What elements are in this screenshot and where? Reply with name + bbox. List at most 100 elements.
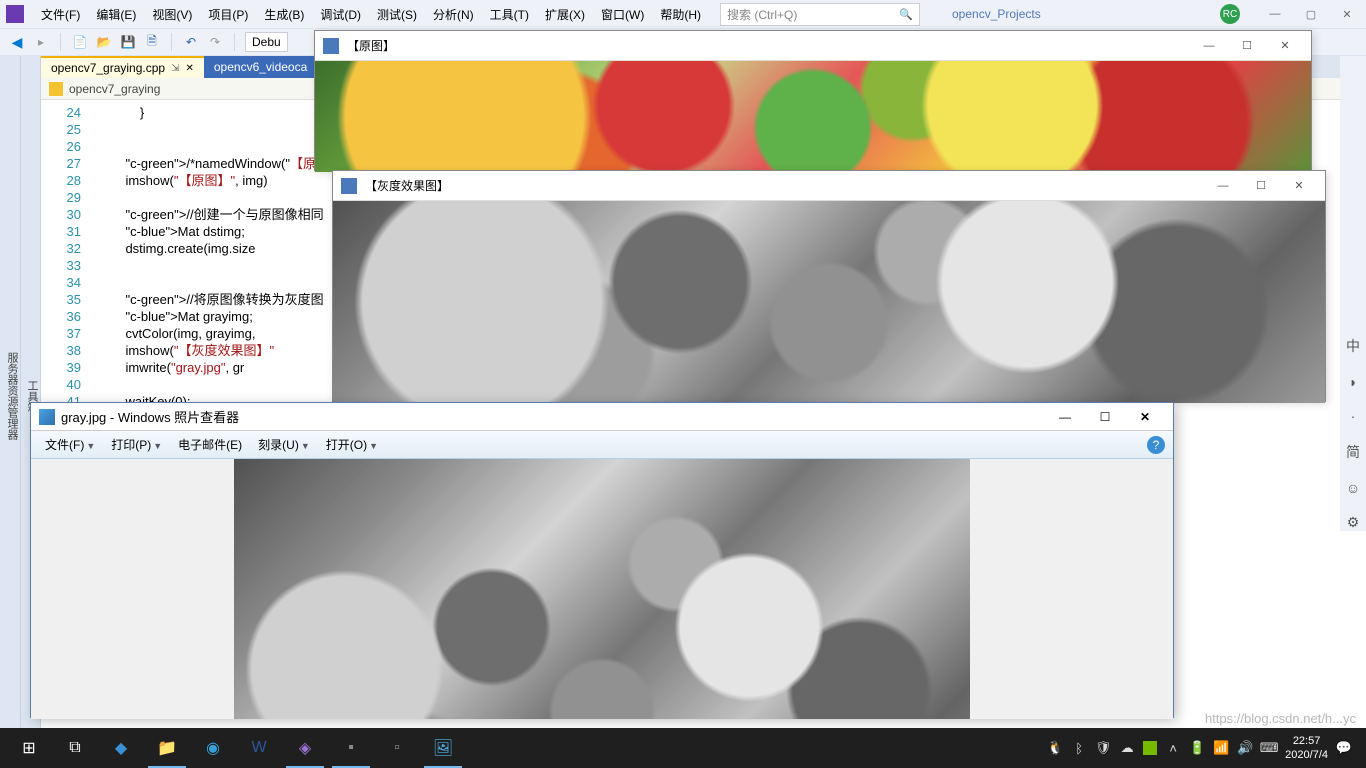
battery-icon[interactable]: 🔋	[1189, 740, 1205, 756]
server-explorer-tab[interactable]: 服务器资源管理器	[0, 56, 20, 728]
save-all-button[interactable]: 🗎	[143, 33, 161, 51]
line-gutter: 242526272829303132333435363738394041	[41, 104, 91, 410]
menu-view[interactable]: 视图(V)	[145, 3, 199, 26]
menu-debug[interactable]: 调试(D)	[313, 3, 368, 26]
tab-active[interactable]: opencv7_graying.cpp ⇲ ✕	[41, 56, 204, 78]
tab-inactive[interactable]: opencv6_videoca	[204, 56, 317, 78]
security-icon[interactable]: 🛡	[1095, 740, 1111, 756]
pv-menu-file[interactable]: 文件(F)▼	[39, 433, 101, 456]
task-view-button[interactable]: ⧉	[52, 728, 98, 768]
fruit-image-gray	[333, 201, 1325, 403]
opencv-window-original[interactable]: 【原图】 — ☐ ✕	[314, 30, 1312, 171]
close-button[interactable]: ✕	[1125, 405, 1165, 429]
photo-viewer-window[interactable]: gray.jpg - Windows 照片查看器 — ☐ ✕ 文件(F)▼ 打印…	[30, 402, 1174, 718]
pv-title-text: gray.jpg - Windows 照片查看器	[61, 407, 239, 426]
menu-edit[interactable]: 编辑(E)	[89, 3, 143, 26]
maximize-button[interactable]: ☐	[1243, 175, 1279, 197]
maximize-button[interactable]: ☐	[1229, 35, 1265, 57]
ime-sidebar: 中 ◗ · 简 ☺ ⚙	[1340, 56, 1366, 531]
menu-help[interactable]: 帮助(H)	[653, 3, 708, 26]
menu-tools[interactable]: 工具(T)	[483, 3, 536, 26]
wifi-icon[interactable]: 📶	[1213, 740, 1229, 756]
pv-titlebar[interactable]: gray.jpg - Windows 照片查看器 — ☐ ✕	[31, 403, 1173, 431]
date-text: 2020/7/4	[1285, 748, 1328, 762]
pv-menu-burn[interactable]: 刻录(U)▼	[252, 433, 316, 456]
vs-search-box[interactable]: 搜索 (Ctrl+Q) 🔍	[720, 3, 920, 26]
pv-menu-print[interactable]: 打印(P)▼	[105, 433, 168, 456]
save-button[interactable]: 💾	[119, 33, 137, 51]
nav-forward-button[interactable]: ▸	[32, 33, 50, 51]
time-text: 22:57	[1285, 734, 1328, 748]
ime-gear-icon[interactable]: ⚙	[1347, 514, 1360, 531]
chevron-up-icon[interactable]: ˄	[1165, 740, 1181, 756]
minimize-button[interactable]: —	[1045, 405, 1085, 429]
vs-logo-icon	[6, 5, 24, 23]
close-button[interactable]: ✕	[1267, 35, 1303, 57]
cv-titlebar[interactable]: 【原图】 — ☐ ✕	[315, 31, 1311, 61]
start-button[interactable]: ⊞	[6, 728, 52, 768]
vs-close-button[interactable]: ✕	[1332, 4, 1362, 24]
pv-menu-email[interactable]: 电子邮件(E)	[172, 433, 248, 456]
pv-menubar: 文件(F)▼ 打印(P)▼ 电子邮件(E) 刻录(U)▼ 打开(O)▼ ?	[31, 431, 1173, 459]
open-button[interactable]: 📂	[95, 33, 113, 51]
taskbar-app[interactable]: ◆	[98, 728, 144, 768]
vs-menubar: 文件(F) 编辑(E) 视图(V) 项目(P) 生成(B) 调试(D) 测试(S…	[0, 0, 1366, 28]
file-explorer-button[interactable]: 📁	[144, 728, 190, 768]
word-button[interactable]: W	[236, 728, 282, 768]
minimize-button[interactable]: —	[1205, 175, 1241, 197]
edge-button[interactable]: ◉	[190, 728, 236, 768]
opencv-icon	[341, 178, 357, 194]
pin-icon[interactable]: ⇲	[171, 63, 179, 74]
chevron-down-icon: ▼	[86, 441, 95, 451]
new-project-button[interactable]: 📄	[71, 33, 89, 51]
pv-menu-open[interactable]: 打开(O)▼	[320, 433, 384, 456]
ime-simp-icon[interactable]: 简	[1346, 442, 1360, 462]
help-icon[interactable]: ?	[1147, 436, 1165, 454]
clock[interactable]: 22:57 2020/7/4	[1285, 734, 1328, 762]
notifications-icon[interactable]: 💬	[1336, 740, 1352, 756]
nav-back-button[interactable]: ◀	[8, 33, 26, 51]
photo-viewer-button[interactable]: 🖼	[420, 728, 466, 768]
cv-title-text: 【原图】	[347, 37, 395, 54]
nvidia-icon[interactable]	[1143, 741, 1157, 755]
tab-label: opencv6_videoca	[214, 60, 307, 74]
console-button[interactable]: ▪	[328, 728, 374, 768]
user-avatar[interactable]: RC	[1220, 4, 1240, 24]
search-placeholder: 搜索 (Ctrl+Q)	[727, 6, 797, 23]
close-button[interactable]: ✕	[1281, 175, 1317, 197]
qq-icon[interactable]: 🐧	[1047, 740, 1063, 756]
separator-icon	[234, 33, 235, 51]
ime-smile-icon[interactable]: ☺	[1346, 480, 1360, 496]
separator-icon	[171, 33, 172, 51]
scope-label: opencv7_graying	[69, 82, 160, 96]
menu-test[interactable]: 测试(S)	[370, 3, 424, 26]
menu-project[interactable]: 项目(P)	[201, 3, 255, 26]
vs-minimize-button[interactable]: —	[1260, 4, 1290, 24]
bluetooth-icon[interactable]: ᛒ	[1071, 740, 1087, 756]
maximize-button[interactable]: ☐	[1085, 405, 1125, 429]
ime-dot-icon[interactable]: ·	[1351, 408, 1356, 424]
ime-lang-icon[interactable]: 中	[1346, 336, 1360, 356]
menu-analyze[interactable]: 分析(N)	[426, 3, 481, 26]
undo-button[interactable]: ↶	[182, 33, 200, 51]
cv-titlebar[interactable]: 【灰度效果图】 — ☐ ✕	[333, 171, 1325, 201]
close-icon[interactable]: ✕	[185, 63, 193, 74]
ime-icon[interactable]: ⌨	[1261, 740, 1277, 756]
volume-icon[interactable]: 🔊	[1237, 740, 1253, 756]
solution-name[interactable]: opencv_Projects	[952, 7, 1041, 21]
config-dropdown[interactable]: Debu	[245, 32, 288, 52]
opencv-window-gray[interactable]: 【灰度效果图】 — ☐ ✕	[332, 170, 1326, 402]
menu-window[interactable]: 窗口(W)	[594, 3, 651, 26]
minimize-button[interactable]: —	[1191, 35, 1227, 57]
menu-file[interactable]: 文件(F)	[34, 3, 87, 26]
onedrive-icon[interactable]: ☁	[1119, 740, 1135, 756]
chevron-down-icon: ▼	[301, 441, 310, 451]
app-button[interactable]: ▫	[374, 728, 420, 768]
redo-button[interactable]: ↷	[206, 33, 224, 51]
menu-extensions[interactable]: 扩展(X)	[538, 3, 592, 26]
menu-build[interactable]: 生成(B)	[257, 3, 311, 26]
ime-moon-icon[interactable]: ◗	[1349, 374, 1357, 390]
visual-studio-button[interactable]: ◈	[282, 728, 328, 768]
tab-label: opencv7_graying.cpp	[51, 61, 165, 75]
vs-maximize-button[interactable]: ▢	[1296, 4, 1326, 24]
